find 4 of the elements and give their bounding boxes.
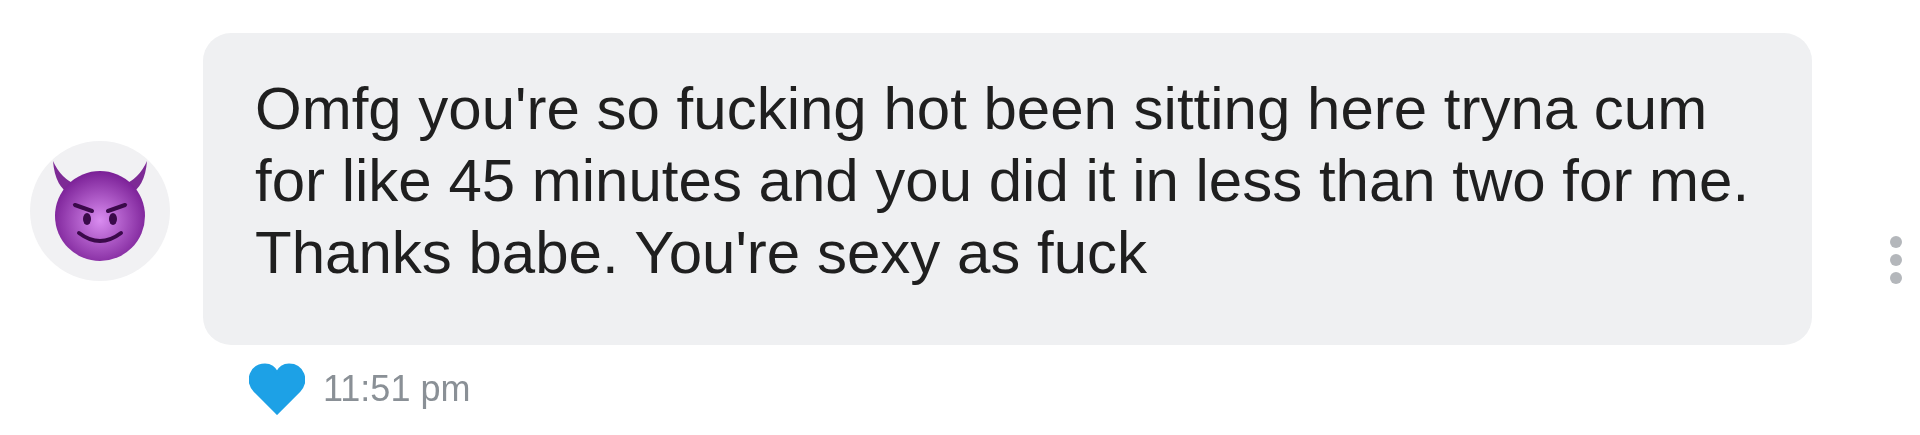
heart-icon[interactable] xyxy=(249,363,305,415)
more-options-icon[interactable] xyxy=(1888,235,1904,285)
message-text: Omfg you're so fucking hot been sitting here tryna cum for like 45 minutes and you did it in less than two for me. Thanks babe. You're sexy as fuck xyxy=(255,74,1751,288)
message-time: 11:51 pm xyxy=(323,368,471,410)
